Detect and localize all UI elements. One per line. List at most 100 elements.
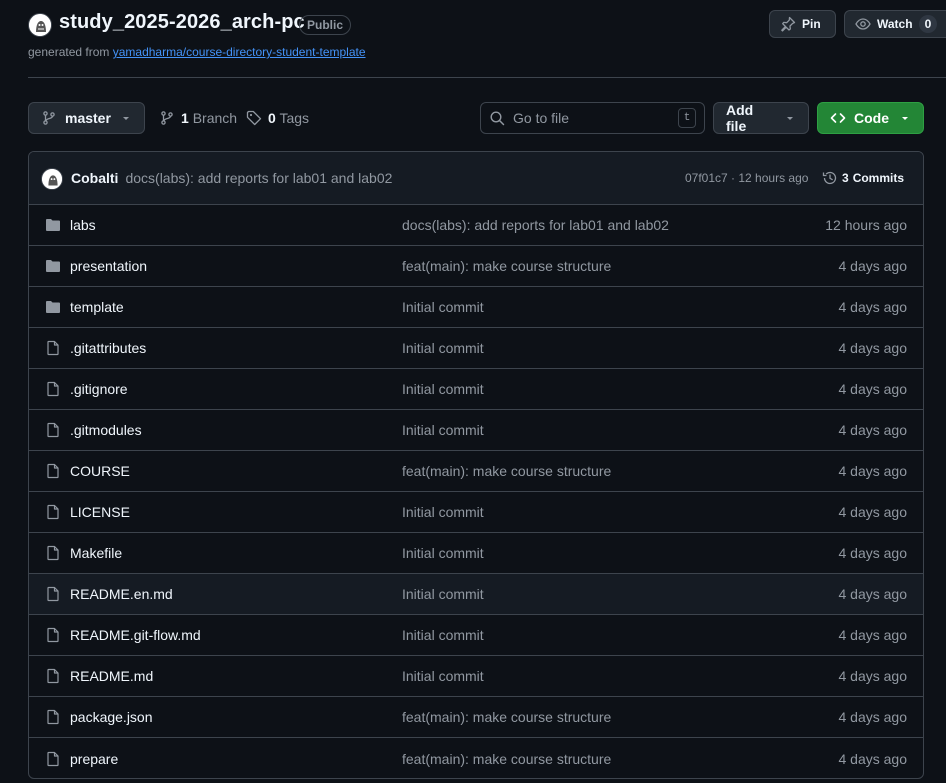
file-commit-message[interactable]: Initial commit	[402, 545, 484, 561]
file-row[interactable]: Makefile Initial commit 4 days ago	[29, 533, 923, 574]
file-name-link[interactable]: presentation	[70, 258, 147, 274]
file-commit-date: 4 days ago	[838, 299, 908, 315]
commits-history-link[interactable]: 3 Commits	[822, 170, 904, 186]
commit-author-avatar[interactable]	[41, 168, 63, 190]
file-row[interactable]: README.en.md Initial commit 4 days ago	[29, 574, 923, 615]
branch-word: Branch	[192, 110, 238, 126]
chevron-down-icon	[784, 112, 796, 124]
header-divider	[28, 77, 946, 78]
file-list: labs docs(labs): add reports for lab01 an…	[29, 205, 923, 778]
file-name-link[interactable]: labs	[70, 217, 96, 233]
go-to-file-input[interactable]	[513, 110, 668, 126]
file-row[interactable]: package.json feat(main): make course stru…	[29, 697, 923, 738]
file-row[interactable]: presentation feat(main): make course stru…	[29, 246, 923, 287]
file-row[interactable]: template Initial commit 4 days ago	[29, 287, 923, 328]
file-icon	[45, 586, 61, 602]
file-commit-date: 4 days ago	[838, 422, 908, 438]
file-name-link[interactable]: .gitignore	[70, 381, 128, 397]
file-commit-message[interactable]: Initial commit	[402, 381, 484, 397]
pin-button[interactable]: Pin	[769, 10, 836, 38]
file-commit-message[interactable]: Initial commit	[402, 340, 484, 356]
file-commit-message[interactable]: feat(main): make course structure	[402, 463, 611, 479]
file-name-link[interactable]: Makefile	[70, 545, 122, 561]
code-icon	[830, 110, 846, 126]
file-icon	[45, 463, 61, 479]
file-commit-message[interactable]: Initial commit	[402, 668, 484, 684]
folder-icon	[45, 258, 61, 274]
eye-icon	[855, 16, 871, 32]
git-branch-icon	[41, 110, 57, 126]
file-name-link[interactable]: README.en.md	[70, 586, 173, 602]
chevron-down-icon	[899, 112, 911, 124]
file-name-link[interactable]: README.git-flow.md	[70, 627, 201, 643]
history-icon	[822, 170, 838, 186]
file-name-link[interactable]: package.json	[70, 709, 153, 725]
file-commit-message[interactable]: Initial commit	[402, 586, 484, 602]
add-file-button[interactable]: Add file	[713, 102, 809, 134]
file-commit-message[interactable]: Initial commit	[402, 504, 484, 520]
file-row[interactable]: LICENSE Initial commit 4 days ago	[29, 492, 923, 533]
file-row[interactable]: README.git-flow.md Initial commit 4 days a…	[29, 615, 923, 656]
latest-commit-bar: Cobalti docs(labs): add reports for lab0…	[29, 152, 923, 205]
file-commit-date: 4 days ago	[838, 627, 908, 643]
file-commit-message[interactable]: docs(labs): add reports for lab01 and la…	[402, 217, 669, 233]
file-icon	[45, 627, 61, 643]
pin-icon	[780, 16, 796, 32]
file-commit-message[interactable]: feat(main): make course structure	[402, 258, 611, 274]
branches-link[interactable]: 1 Branch	[159, 102, 237, 134]
file-commit-date: 4 days ago	[838, 545, 908, 561]
branch-count: 1	[181, 110, 189, 126]
tag-icon	[246, 110, 262, 126]
commit-author[interactable]: Cobalti	[71, 170, 118, 186]
file-name-link[interactable]: .gitattributes	[70, 340, 146, 356]
file-row[interactable]: prepare feat(main): make course structure…	[29, 738, 923, 778]
file-commit-message[interactable]: Initial commit	[402, 422, 484, 438]
file-commit-date: 4 days ago	[838, 463, 908, 479]
repo-name[interactable]: study_2025-2026_arch-pc	[59, 11, 305, 34]
file-commit-date: 4 days ago	[838, 586, 908, 602]
file-commit-message[interactable]: Initial commit	[402, 627, 484, 643]
file-row[interactable]: .gitattributes Initial commit 4 days ago	[29, 328, 923, 369]
file-commit-date: 4 days ago	[838, 340, 908, 356]
file-icon	[45, 545, 61, 561]
file-commit-date: 4 days ago	[838, 504, 908, 520]
file-table: Cobalti docs(labs): add reports for lab0…	[28, 151, 924, 779]
file-name-link[interactable]: COURSE	[70, 463, 130, 479]
owner-avatar[interactable]	[28, 13, 52, 37]
file-icon	[45, 340, 61, 356]
folder-icon	[45, 299, 61, 315]
watch-count: 0	[918, 15, 938, 33]
file-name-link[interactable]: template	[70, 299, 124, 315]
file-name-link[interactable]: prepare	[70, 751, 118, 767]
file-commit-message[interactable]: feat(main): make course structure	[402, 709, 611, 725]
commits-word: Commits	[852, 171, 905, 185]
commit-message[interactable]: docs(labs): add reports for lab01 and la…	[125, 170, 392, 186]
file-icon	[45, 709, 61, 725]
go-to-file-box[interactable]: t	[480, 102, 705, 134]
file-row[interactable]: labs docs(labs): add reports for lab01 an…	[29, 205, 923, 246]
file-row[interactable]: COURSE feat(main): make course structure 4…	[29, 451, 923, 492]
file-icon	[45, 751, 61, 767]
tags-link[interactable]: 0 Tags	[246, 102, 309, 134]
watch-button[interactable]: Watch 0	[844, 10, 946, 38]
file-name-link[interactable]: README.md	[70, 668, 153, 684]
file-commit-date: 4 days ago	[838, 258, 908, 274]
file-name-link[interactable]: LICENSE	[70, 504, 130, 520]
file-commit-message[interactable]: feat(main): make course structure	[402, 751, 611, 767]
file-row[interactable]: .gitmodules Initial commit 4 days ago	[29, 410, 923, 451]
commit-hash-time[interactable]: 07f01c7 · 12 hours ago	[685, 171, 808, 185]
file-name-link[interactable]: .gitmodules	[70, 422, 142, 438]
branch-selector[interactable]: master	[28, 102, 145, 134]
code-button[interactable]: Code	[817, 102, 924, 134]
file-row[interactable]: README.md Initial commit 4 days ago	[29, 656, 923, 697]
branch-name: master	[65, 110, 111, 126]
file-commit-date: 4 days ago	[838, 668, 908, 684]
file-row[interactable]: .gitignore Initial commit 4 days ago	[29, 369, 923, 410]
file-commit-date: 12 hours ago	[825, 217, 907, 233]
file-commit-message[interactable]: Initial commit	[402, 299, 484, 315]
tag-word: Tags	[279, 110, 310, 126]
template-repo-link[interactable]: yamadharma/course-directory-student-temp…	[113, 45, 366, 59]
file-icon	[45, 668, 61, 684]
watch-label: Watch	[877, 17, 913, 31]
file-commit-date: 4 days ago	[838, 381, 908, 397]
